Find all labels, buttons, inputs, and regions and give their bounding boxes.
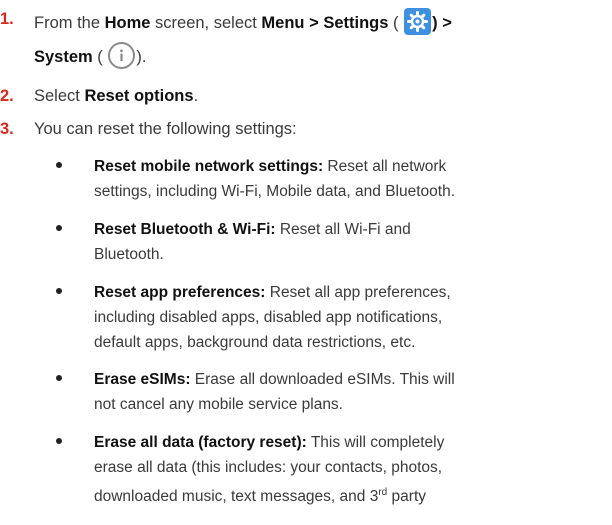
reset-options-label: Reset options (84, 87, 194, 105)
settings-label: Settings (323, 13, 389, 32)
bullet-icon (56, 288, 62, 294)
step-text: You can reset the following settings: (34, 120, 297, 138)
step-number: 2. (0, 87, 14, 105)
bullet-icon (56, 225, 62, 231)
step-text: From the Home screen, select Menu > Sett… (34, 8, 452, 37)
step-text: Select Reset options. (34, 87, 199, 105)
bullet-icon (56, 375, 62, 381)
system-label: System (34, 47, 93, 66)
home-label: Home (104, 13, 151, 32)
bullet-icon (56, 438, 62, 444)
list-item: Reset app preferences: Reset all app pre… (56, 280, 594, 355)
list-item: Erase eSIMs: Erase all downloaded eSIMs.… (56, 367, 594, 417)
bullet-icon (56, 162, 62, 168)
list-item: Reset Bluetooth & Wi-Fi: Reset all Wi-Fi… (56, 217, 594, 267)
info-icon (108, 42, 136, 69)
step-text-cont: System ( ). (34, 42, 146, 71)
menu-label: Menu (261, 13, 305, 32)
step-number: 1. (0, 10, 14, 28)
gear-icon (404, 8, 432, 35)
list-item: Erase all data (factory reset): This wil… (56, 430, 594, 509)
step-number: 3. (0, 120, 14, 138)
list-item: Reset mobile network settings: Reset all… (56, 154, 594, 204)
